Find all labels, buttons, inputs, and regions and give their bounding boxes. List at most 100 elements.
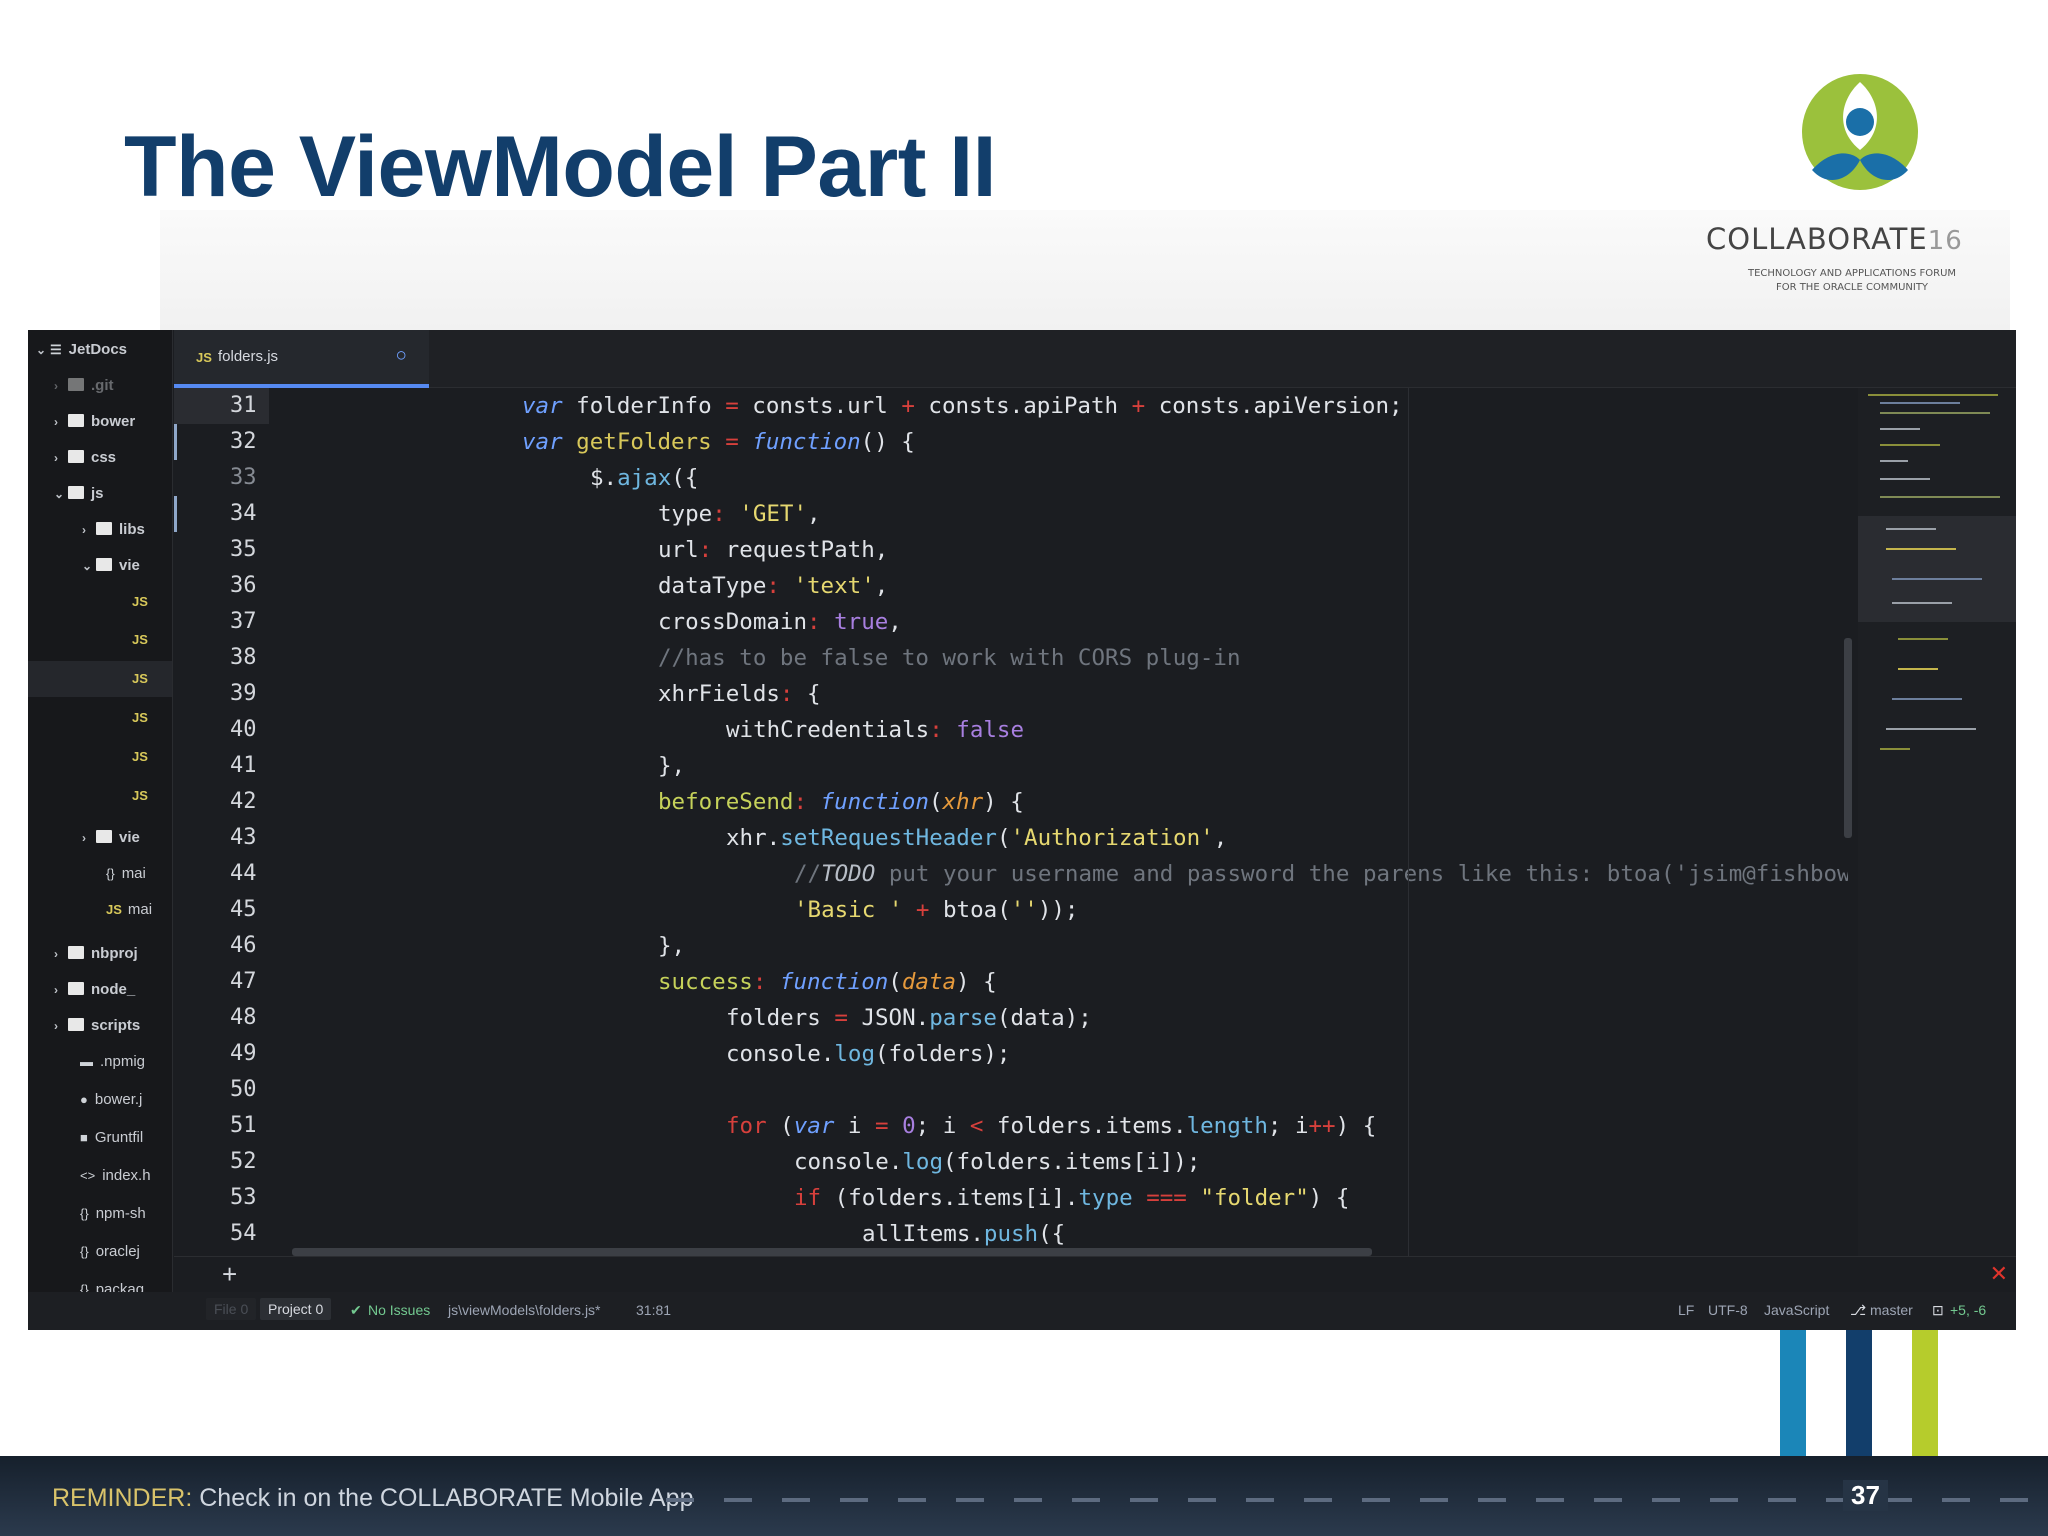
cursor-position[interactable]: 31:81 bbox=[636, 1302, 671, 1318]
code-line: beforeSend: function(xhr) { bbox=[658, 784, 1024, 820]
tree-item-viewmodels[interactable]: ⌄ vie bbox=[82, 548, 140, 584]
tree-file-index-html[interactable]: <> index.h bbox=[80, 1158, 151, 1194]
folder-icon bbox=[68, 946, 84, 959]
line-number: 44 bbox=[230, 861, 257, 886]
tree-file-js[interactable]: JS bbox=[132, 584, 154, 620]
chevron-right-icon: › bbox=[82, 831, 86, 845]
tree-item-scripts[interactable]: › scripts bbox=[54, 1008, 140, 1044]
chevron-right-icon: › bbox=[54, 1019, 58, 1033]
tok: btoa( bbox=[929, 897, 1011, 923]
minimap-line bbox=[1880, 496, 2000, 498]
git-branch[interactable]: master bbox=[1870, 1302, 1913, 1318]
tree-label: node_ bbox=[91, 981, 136, 998]
tok: xhrFields bbox=[658, 681, 780, 707]
tree-file-js[interactable]: JS bbox=[132, 739, 154, 775]
tree-file-gruntfile[interactable]: ■ Gruntfil bbox=[80, 1120, 143, 1156]
line-number: 53 bbox=[230, 1185, 257, 1210]
issues-status[interactable]: No Issues bbox=[368, 1302, 430, 1318]
minimap-line bbox=[1892, 578, 1982, 580]
code-line: //TODO put your username and password th… bbox=[794, 856, 1848, 892]
tree-item-css[interactable]: › css bbox=[54, 440, 116, 476]
minimap-line bbox=[1880, 460, 1908, 462]
tok: 'Authorization' bbox=[1010, 825, 1214, 851]
add-panel-icon[interactable]: + bbox=[222, 1259, 237, 1290]
file-path[interactable]: js\viewModels\folders.js* bbox=[448, 1302, 601, 1318]
chevron-right-icon: › bbox=[54, 451, 58, 465]
code-line: console.log(folders); bbox=[726, 1036, 1010, 1072]
horizontal-scrollbar[interactable] bbox=[292, 1248, 1372, 1256]
file-count-button[interactable]: File 0 bbox=[206, 1298, 257, 1320]
encoding[interactable]: UTF-8 bbox=[1708, 1302, 1748, 1318]
tok: (folders); bbox=[875, 1041, 1011, 1067]
error-close-icon[interactable]: ✕ bbox=[1990, 1261, 2008, 1287]
footer-dashes bbox=[666, 1498, 2048, 1502]
minimap-line bbox=[1892, 698, 1962, 700]
tok: consts.url bbox=[738, 393, 902, 419]
tok: setRequestHeader bbox=[780, 825, 997, 851]
code-line: console.log(folders.items[i]); bbox=[794, 1144, 1200, 1180]
minimap[interactable] bbox=[1858, 388, 2016, 1256]
js-file-icon: JS bbox=[132, 788, 148, 803]
tok: success bbox=[658, 969, 753, 995]
grammar[interactable]: JavaScript bbox=[1764, 1302, 1829, 1318]
minimap-line bbox=[1880, 428, 1920, 430]
tree-file-main-json[interactable]: {} mai bbox=[106, 856, 146, 892]
status-bar: File 0 Project 0 ✔ No Issues js\viewMode… bbox=[28, 1292, 2016, 1330]
tok: var bbox=[522, 429, 563, 455]
unsaved-dot-icon[interactable]: ○ bbox=[397, 347, 405, 363]
line-ending[interactable]: LF bbox=[1678, 1302, 1694, 1318]
line-number: 34 bbox=[230, 501, 257, 526]
tok: withCredentials bbox=[726, 717, 930, 743]
tree-item-libs[interactable]: › libs bbox=[82, 512, 145, 548]
code-line: folders = JSON.parse(data); bbox=[726, 1000, 1092, 1036]
code-line: withCredentials: false bbox=[726, 712, 1024, 748]
line-number: 49 bbox=[230, 1041, 257, 1066]
tree-file-npmignore[interactable]: ▬ .npmig bbox=[80, 1044, 145, 1080]
tree-file-bower-json[interactable]: ● bower.j bbox=[80, 1082, 142, 1118]
tok: data bbox=[901, 969, 957, 995]
code-line: var folderInfo = consts.url + consts.api… bbox=[522, 388, 1403, 424]
tree-file-npm-shrinkwrap[interactable]: {} npm-sh bbox=[80, 1196, 146, 1232]
tok: beforeSend bbox=[658, 789, 794, 815]
vertical-scrollbar[interactable] bbox=[1844, 638, 1852, 838]
folder-icon bbox=[96, 522, 112, 535]
tree-item-node-modules[interactable]: › node_ bbox=[54, 972, 135, 1008]
code-line: $.ajax({ bbox=[590, 460, 698, 496]
tree-label: oraclej bbox=[95, 1243, 140, 1260]
chevron-right-icon: › bbox=[54, 947, 58, 961]
minimap-line bbox=[1880, 748, 1910, 750]
code-line: for (var i = 0; i < folders.items.length… bbox=[726, 1108, 1376, 1144]
chevron-down-icon: ⌄ bbox=[36, 343, 47, 357]
line-number: 32 bbox=[230, 429, 257, 454]
tok: true bbox=[820, 609, 889, 635]
project-count-button[interactable]: Project 0 bbox=[260, 1298, 332, 1320]
tree-item-bower[interactable]: › bower bbox=[54, 404, 135, 440]
tree-file-js-selected[interactable]: JS bbox=[132, 661, 154, 697]
folder-icon bbox=[68, 378, 84, 391]
tree-file-oraclejet[interactable]: {} oraclej bbox=[80, 1234, 140, 1270]
code-area[interactable]: var folderInfo = consts.url + consts.api… bbox=[304, 388, 1848, 1256]
git-diff-stat[interactable]: +5, -6 bbox=[1950, 1302, 1986, 1318]
tree-item-nbproject[interactable]: › nbproj bbox=[54, 936, 138, 972]
tree-item-js[interactable]: ⌄ js bbox=[54, 476, 104, 512]
tok: , bbox=[874, 573, 889, 599]
tok: : bbox=[793, 789, 808, 815]
tok: ( bbox=[766, 1113, 794, 1139]
minimap-line bbox=[1886, 548, 1956, 550]
tree-item-views[interactable]: › vie bbox=[82, 820, 140, 856]
tok: function bbox=[738, 429, 861, 455]
tree-root[interactable]: ⌄ ☰ JetDocs bbox=[36, 332, 127, 368]
tok: xhr. bbox=[726, 825, 781, 851]
minimap-viewport[interactable] bbox=[1858, 516, 2016, 622]
tree-file-main-js[interactable]: JS mai bbox=[106, 892, 152, 928]
tree-label: mai bbox=[121, 865, 146, 882]
tree-file-js[interactable]: JS bbox=[132, 778, 154, 814]
tok: (folders.items[i]. bbox=[821, 1185, 1079, 1211]
tree-file-js[interactable]: JS bbox=[132, 700, 154, 736]
tree-item-git[interactable]: › .git bbox=[54, 368, 114, 404]
tree-label: nbproj bbox=[91, 945, 138, 962]
tok: //has to be false to work with CORS plug… bbox=[658, 645, 1241, 671]
tok: requestPath, bbox=[712, 537, 889, 563]
tab-folders-js[interactable]: JS folders.js ○ bbox=[174, 330, 429, 388]
tree-file-js[interactable]: JS bbox=[132, 622, 154, 658]
